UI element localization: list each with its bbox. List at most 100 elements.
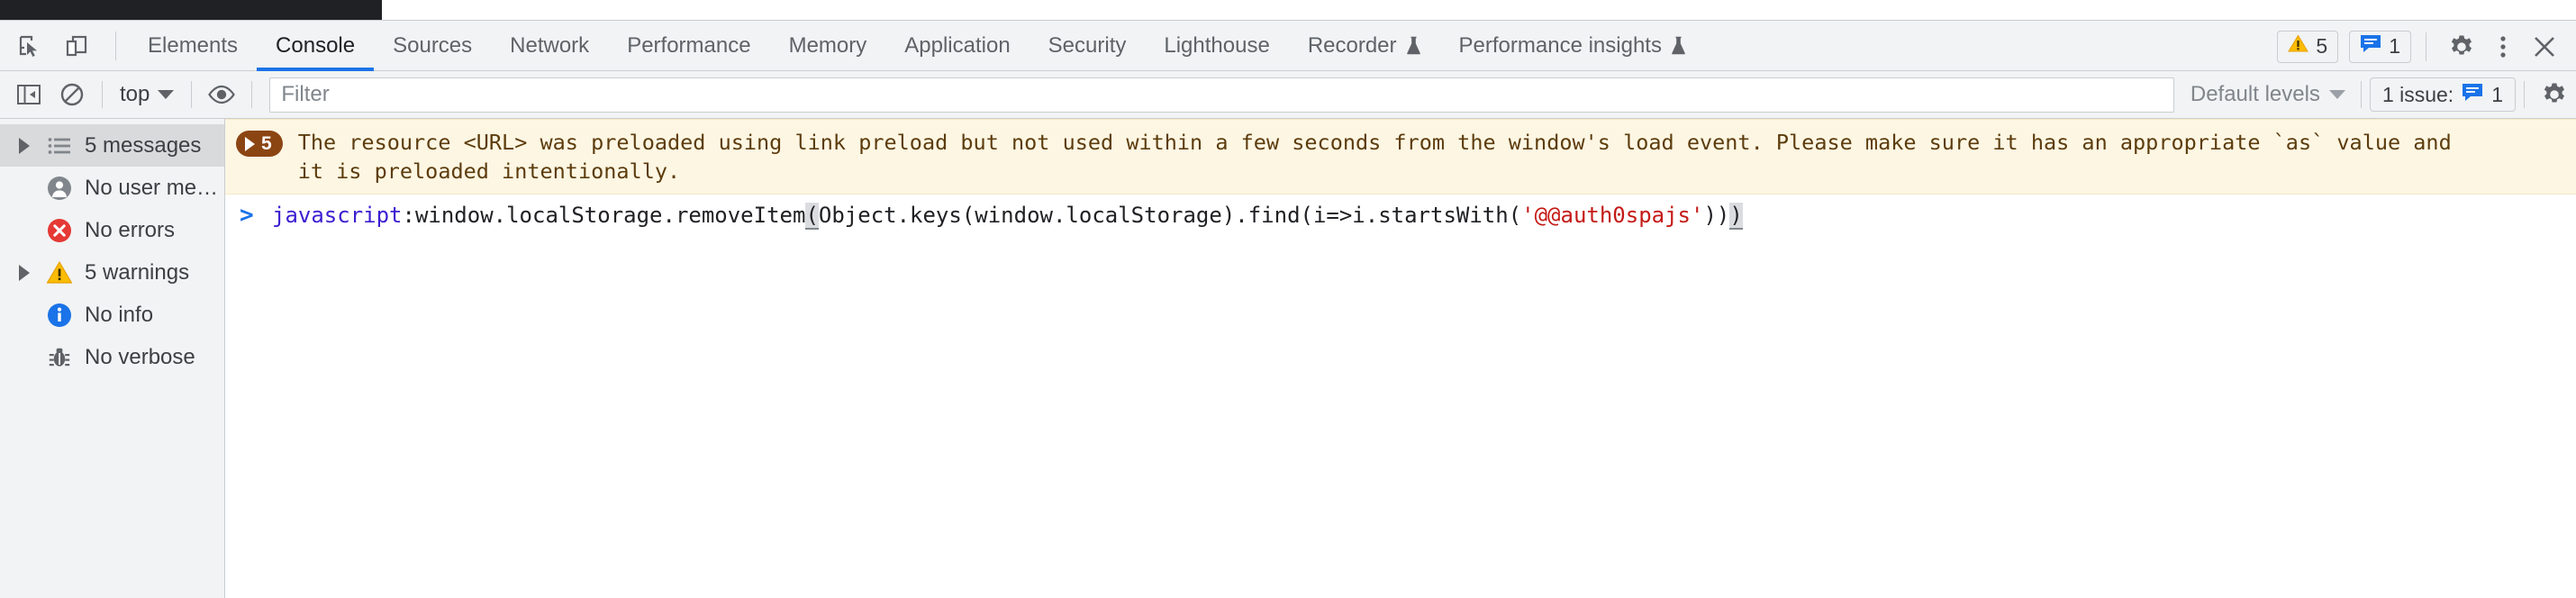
console-warning-message-group[interactable]: 5 The resource <URL> was preloaded using… bbox=[225, 119, 2576, 195]
console-input-expression[interactable]: javascript:window.localStorage.removeIte… bbox=[272, 200, 1743, 231]
sidebar-item-label: 5 messages bbox=[85, 132, 202, 158]
tab-performance[interactable]: Performance bbox=[608, 20, 769, 71]
chevron-down-icon bbox=[158, 90, 175, 99]
page-dark-band bbox=[0, 0, 382, 20]
tab-sources[interactable]: Sources bbox=[374, 20, 491, 71]
code-token-parens-close: )) bbox=[1703, 203, 1730, 228]
sidebar-item-verbose[interactable]: No verbose bbox=[0, 336, 224, 378]
code-token-colon: : bbox=[402, 203, 415, 228]
code-token-paren-open: ( bbox=[805, 203, 819, 230]
issue-message-icon bbox=[2462, 83, 2483, 107]
warning-count: 5 bbox=[2316, 34, 2328, 58]
issues-label: 1 issue: bbox=[2381, 82, 2454, 106]
sidebar-item-warnings[interactable]: 5 warnings bbox=[0, 251, 224, 294]
gear-icon[interactable] bbox=[2441, 27, 2482, 67]
issue-count: 1 bbox=[2389, 34, 2400, 58]
sidebar-item-errors[interactable]: No errors bbox=[0, 209, 224, 251]
log-levels-selector[interactable]: Default levels bbox=[2183, 77, 2353, 113]
sidebar-item-label: 5 warnings bbox=[85, 259, 190, 285]
code-token-paren-close-highlight: ) bbox=[1729, 203, 1743, 230]
group-count: 5 bbox=[261, 132, 272, 154]
sidebar-item-label: No info bbox=[85, 302, 154, 327]
tab-memory[interactable]: Memory bbox=[770, 20, 886, 71]
sidebar-item-label: No verbose bbox=[85, 344, 195, 369]
sidebar-item-messages[interactable]: 5 messages bbox=[0, 124, 224, 167]
issues-button[interactable]: 1 issue: 1 bbox=[2369, 77, 2516, 112]
tab-label: Console bbox=[276, 32, 356, 58]
tab-application[interactable]: Application bbox=[885, 20, 1029, 71]
kebab-menu-icon[interactable] bbox=[2482, 27, 2524, 67]
code-token-scheme: javascript bbox=[272, 203, 403, 228]
tab-label: Performance insights bbox=[1458, 32, 1662, 58]
device-toolbar-icon[interactable] bbox=[56, 26, 97, 66]
sidebar-item-info[interactable]: No info bbox=[0, 294, 224, 336]
toolbar-divider-1 bbox=[102, 81, 103, 108]
tab-lighthouse[interactable]: Lighthouse bbox=[1145, 20, 1288, 71]
issues-count: 1 bbox=[2491, 82, 2503, 106]
experiment-flask-icon bbox=[1406, 36, 1421, 56]
javascript-context-selector[interactable]: top bbox=[111, 77, 183, 113]
tab-label: Security bbox=[1048, 32, 1127, 58]
page-top-strip bbox=[0, 0, 2576, 20]
tab-label: Network bbox=[510, 32, 590, 58]
inspect-element-icon[interactable] bbox=[9, 26, 50, 66]
tab-label: Lighthouse bbox=[1164, 32, 1270, 58]
console-split: 5 messages No user me… No errors 5 warni… bbox=[0, 119, 2576, 598]
live-expression-eye-icon[interactable] bbox=[200, 75, 243, 114]
console-prompt-row[interactable]: > javascript:window.localStorage.removeI… bbox=[225, 195, 2576, 236]
console-message-text: The resource <URL> was preloaded using l… bbox=[298, 128, 2452, 186]
twisty-slot[interactable] bbox=[9, 264, 40, 281]
chevron-right-icon bbox=[19, 137, 30, 154]
levels-value: Default levels bbox=[2190, 82, 2320, 106]
clear-console-icon[interactable] bbox=[50, 75, 94, 114]
tab-security[interactable]: Security bbox=[1029, 20, 1146, 71]
bug-icon bbox=[40, 346, 79, 369]
filter-input[interactable]: Filter bbox=[269, 77, 2174, 113]
issue-count-badge[interactable]: 1 bbox=[2349, 30, 2411, 63]
message-line-2: it is preloaded intentionally. bbox=[297, 159, 681, 184]
tab-list: Elements Console Sources Network Perform… bbox=[129, 20, 1705, 71]
tab-label: Recorder bbox=[1307, 32, 1397, 58]
sidebar-toggle-icon[interactable] bbox=[7, 75, 50, 114]
message-line-1: The resource <URL> was preloaded using l… bbox=[297, 130, 2452, 155]
close-icon[interactable] bbox=[2524, 27, 2565, 67]
message-group-count-badge[interactable]: 5 bbox=[236, 131, 283, 157]
toolbar-divider-4 bbox=[2360, 81, 2362, 108]
error-icon bbox=[40, 218, 79, 243]
tab-label: Sources bbox=[393, 32, 473, 58]
console-messages-pane: 5 The resource <URL> was preloaded using… bbox=[225, 119, 2576, 598]
tabbar-left-icons bbox=[0, 26, 129, 66]
toolbar-divider-3 bbox=[251, 81, 253, 108]
code-token-string: '@@auth0spajs' bbox=[1521, 203, 1704, 228]
info-icon bbox=[40, 303, 79, 328]
prompt-chevron-icon: > bbox=[240, 202, 254, 229]
sidebar-item-user-messages[interactable]: No user me… bbox=[0, 167, 224, 209]
twisty-slot[interactable] bbox=[9, 137, 40, 154]
tab-network[interactable]: Network bbox=[491, 20, 608, 71]
experiment-flask-icon bbox=[1671, 36, 1686, 56]
chevron-right-icon bbox=[19, 264, 30, 281]
user-icon bbox=[40, 176, 79, 201]
console-sidebar: 5 messages No user me… No errors 5 warni… bbox=[0, 119, 225, 598]
warning-icon bbox=[40, 260, 79, 285]
context-value: top bbox=[120, 82, 150, 106]
devtools-window: Elements Console Sources Network Perform… bbox=[0, 0, 2576, 598]
tab-performance-insights[interactable]: Performance insights bbox=[1440, 20, 1705, 71]
tab-label: Memory bbox=[788, 32, 867, 58]
warning-count-badge[interactable]: 5 bbox=[2277, 30, 2339, 63]
code-token-expr-a: window.localStorage.removeItem bbox=[414, 203, 806, 228]
toolbar-divider-5 bbox=[2524, 81, 2525, 108]
console-settings-gear-icon[interactable] bbox=[2533, 75, 2576, 114]
tab-elements[interactable]: Elements bbox=[129, 20, 257, 71]
tabbar-right-controls: 5 1 bbox=[2277, 21, 2565, 72]
chevron-down-icon bbox=[2328, 90, 2345, 99]
tabbar-divider bbox=[115, 31, 116, 60]
chevron-right-icon bbox=[245, 136, 255, 151]
console-toolbar: top Filter Default levels 1 issue: 1 bbox=[0, 71, 2576, 119]
tab-label: Performance bbox=[627, 32, 751, 58]
tab-label: Elements bbox=[148, 32, 239, 58]
list-icon bbox=[40, 137, 79, 155]
tab-console[interactable]: Console bbox=[257, 20, 375, 71]
tab-recorder[interactable]: Recorder bbox=[1289, 20, 1440, 71]
devtools-tabbar: Elements Console Sources Network Perform… bbox=[0, 20, 2576, 71]
